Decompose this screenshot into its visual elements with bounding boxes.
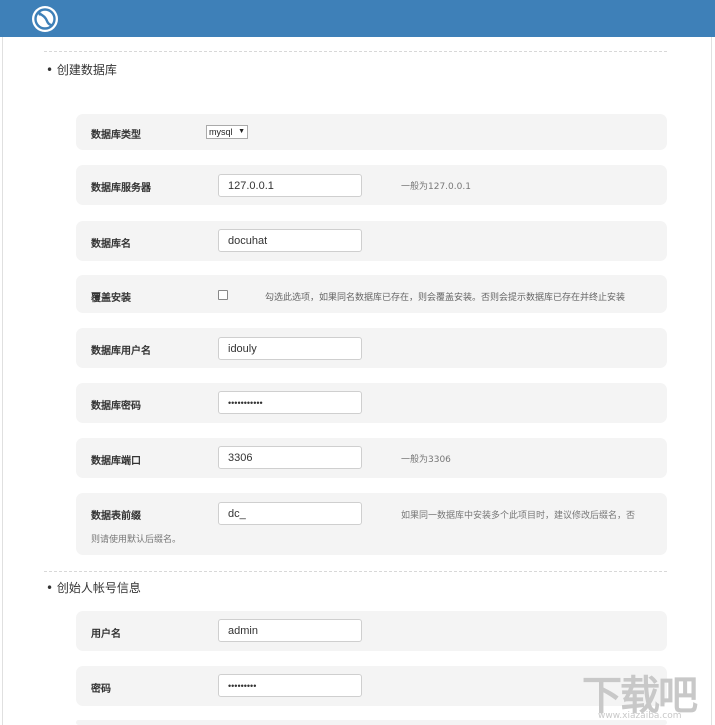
field-label: 数据库名 — [91, 239, 131, 250]
form-row-db-prefix: 数据表前缀 dc_ 如果同一数据库中安装多个此项目时，建议修改后缀名，否 则请使… — [76, 493, 667, 555]
section-divider — [44, 51, 667, 52]
section-title-founder-account: • 创始人帐号信息 — [46, 581, 141, 595]
dropdown-arrow-icon: ▼ — [238, 128, 245, 135]
field-label: 数据表前缀 — [91, 511, 141, 522]
form-row-db-port: 数据库端口 3306 一般为3306 — [76, 438, 667, 478]
field-label: 用户名 — [91, 629, 121, 640]
field-label: 数据库密码 — [91, 401, 141, 412]
page-border — [2, 37, 3, 725]
form-row-username: 用户名 admin — [76, 611, 667, 651]
form-row-overwrite: 覆盖安装 勾选此选项，如果同名数据库已存在，则会覆盖安装。否则会提示数据库已存在… — [76, 275, 667, 313]
bird-logo-icon[interactable] — [31, 5, 59, 33]
section-divider — [44, 571, 667, 572]
field-label: 密码 — [91, 684, 111, 695]
form-row-db-name: 数据库名 docuhat — [76, 221, 667, 261]
watermark: 下载吧 www.xiazaiba.com — [578, 663, 708, 725]
field-hint-continued: 则请使用默认后缀名。 — [91, 535, 182, 545]
field-label: 数据库类型 — [91, 130, 141, 141]
username-input[interactable]: admin — [218, 619, 362, 642]
field-hint: 如果同一数据库中安装多个此项目时，建议修改后缀名，否 — [401, 511, 636, 521]
db-password-input[interactable]: ••••••••••• — [218, 391, 362, 414]
select-value: mysql — [209, 127, 233, 137]
form-row-db-type: 数据库类型 mysql ▼ — [76, 114, 667, 150]
overwrite-checkbox[interactable] — [218, 290, 228, 300]
watermark-url: www.xiazaiba.com — [598, 711, 682, 721]
section-title-create-db: • 创建数据库 — [46, 63, 117, 77]
field-hint: 一般为3306 — [401, 455, 451, 465]
field-hint: 勾选此选项，如果同名数据库已存在，则会覆盖安装。否则会提示数据库已存在并终止安装 — [265, 293, 626, 303]
field-label: 数据库用户名 — [91, 346, 151, 357]
form-row-db-server: 数据库服务器 127.0.0.1 一般为127.0.0.1 — [76, 165, 667, 205]
db-name-input[interactable]: docuhat — [218, 229, 362, 252]
top-header-bar — [0, 0, 715, 37]
field-hint: 一般为127.0.0.1 — [401, 182, 471, 192]
password-input[interactable]: ••••••••• — [218, 674, 362, 697]
form-row-db-user: 数据库用户名 idouly — [76, 328, 667, 368]
field-label: 数据库端口 — [91, 456, 141, 467]
db-prefix-input[interactable]: dc_ — [218, 502, 362, 525]
field-label: 覆盖安装 — [91, 293, 131, 304]
db-port-input[interactable]: 3306 — [218, 446, 362, 469]
field-label: 数据库服务器 — [91, 183, 151, 194]
db-user-input[interactable]: idouly — [218, 337, 362, 360]
db-type-select[interactable]: mysql ▼ — [206, 125, 248, 139]
db-server-input[interactable]: 127.0.0.1 — [218, 174, 362, 197]
page-border — [711, 37, 712, 725]
form-row-db-password: 数据库密码 ••••••••••• — [76, 383, 667, 423]
